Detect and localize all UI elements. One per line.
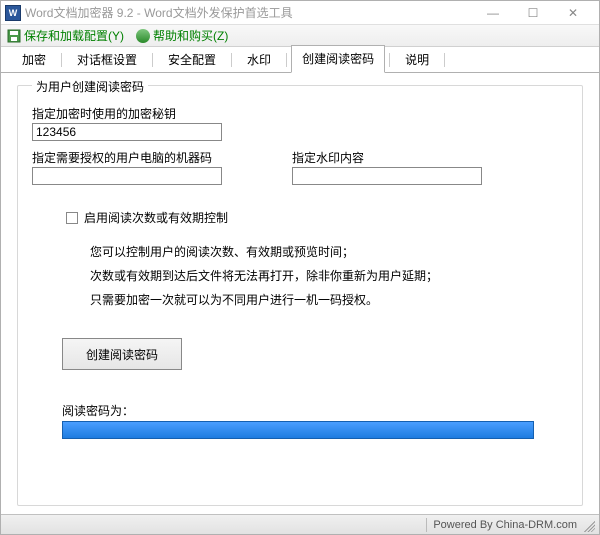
tab-watermark[interactable]: 水印 bbox=[236, 46, 282, 73]
tab-about[interactable]: 说明 bbox=[394, 46, 440, 73]
key-label: 指定加密时使用的加密秘钥 bbox=[32, 105, 568, 122]
machine-label: 指定需要授权的用户电脑的机器码 bbox=[32, 149, 222, 166]
tab-separator bbox=[286, 53, 287, 67]
password-result-bar[interactable] bbox=[62, 421, 534, 439]
tabstrip: 加密 对话框设置 安全配置 水印 创建阅读密码 说明 bbox=[1, 47, 599, 73]
resize-grip[interactable] bbox=[581, 518, 595, 532]
key-input[interactable] bbox=[32, 123, 222, 141]
status-separator bbox=[426, 518, 427, 532]
tab-separator bbox=[444, 53, 445, 67]
statusbar: Powered By China-DRM.com bbox=[1, 514, 599, 534]
titlebar: W Word文档加密器 9.2 - Word文档外发保护首选工具 — ☐ ✕ bbox=[1, 1, 599, 25]
app-icon: W bbox=[5, 5, 21, 21]
save-icon bbox=[7, 29, 21, 43]
menubar: 保存和加载配置(Y) 帮助和购买(Z) bbox=[1, 25, 599, 47]
machine-field: 指定需要授权的用户电脑的机器码 bbox=[32, 149, 222, 185]
app-window: W Word文档加密器 9.2 - Word文档外发保护首选工具 — ☐ ✕ 保… bbox=[0, 0, 600, 535]
tab-dialog-settings[interactable]: 对话框设置 bbox=[66, 46, 148, 73]
enable-limit-row: 启用阅读次数或有效期控制 bbox=[66, 209, 568, 226]
minimize-button[interactable]: — bbox=[479, 6, 507, 20]
info-line: 次数或有效期到达后文件将无法再打开，除非你重新为用户延期； bbox=[90, 264, 568, 288]
close-button[interactable]: ✕ bbox=[559, 6, 587, 20]
password-result-section: 阅读密码为： bbox=[62, 402, 568, 439]
create-password-group: 为用户创建阅读密码 指定加密时使用的加密秘钥 指定需要授权的用户电脑的机器码 指… bbox=[17, 85, 583, 506]
menu-save-config-label: 保存和加载配置(Y) bbox=[24, 27, 124, 44]
tab-separator bbox=[152, 53, 153, 67]
watermark-field: 指定水印内容 bbox=[292, 149, 482, 185]
create-password-button[interactable]: 创建阅读密码 bbox=[62, 338, 182, 370]
enable-limit-checkbox[interactable] bbox=[66, 212, 78, 224]
password-result-label: 阅读密码为： bbox=[62, 402, 568, 419]
info-line: 您可以控制用户的阅读次数、有效期或预览时间； bbox=[90, 240, 568, 264]
help-icon bbox=[136, 29, 150, 43]
window-title: Word文档加密器 9.2 - Word文档外发保护首选工具 bbox=[25, 4, 479, 21]
watermark-label: 指定水印内容 bbox=[292, 149, 482, 166]
info-line: 只需要加密一次就可以为不同用户进行一机一码授权。 bbox=[90, 288, 568, 312]
menu-save-config[interactable]: 保存和加载配置(Y) bbox=[7, 27, 124, 44]
machine-input[interactable] bbox=[32, 167, 222, 185]
tab-create-password[interactable]: 创建阅读密码 bbox=[291, 45, 385, 73]
enable-limit-label: 启用阅读次数或有效期控制 bbox=[84, 209, 228, 226]
status-powered-by: Powered By China-DRM.com bbox=[433, 519, 577, 531]
tab-separator bbox=[389, 53, 390, 67]
tab-encrypt[interactable]: 加密 bbox=[11, 46, 57, 73]
window-controls: — ☐ ✕ bbox=[479, 6, 595, 20]
groupbox-title: 为用户创建阅读密码 bbox=[32, 78, 148, 95]
watermark-input[interactable] bbox=[292, 167, 482, 185]
tab-content: 为用户创建阅读密码 指定加密时使用的加密秘钥 指定需要授权的用户电脑的机器码 指… bbox=[1, 73, 599, 514]
two-col-row: 指定需要授权的用户电脑的机器码 指定水印内容 bbox=[32, 149, 568, 185]
maximize-button[interactable]: ☐ bbox=[519, 6, 547, 20]
info-block: 您可以控制用户的阅读次数、有效期或预览时间； 次数或有效期到达后文件将无法再打开… bbox=[90, 240, 568, 312]
tab-security-config[interactable]: 安全配置 bbox=[157, 46, 227, 73]
menu-help-buy-label: 帮助和购买(Z) bbox=[153, 27, 228, 44]
menu-help-buy[interactable]: 帮助和购买(Z) bbox=[136, 27, 228, 44]
tab-separator bbox=[231, 53, 232, 67]
key-field-row: 指定加密时使用的加密秘钥 bbox=[32, 105, 568, 141]
tab-separator bbox=[61, 53, 62, 67]
